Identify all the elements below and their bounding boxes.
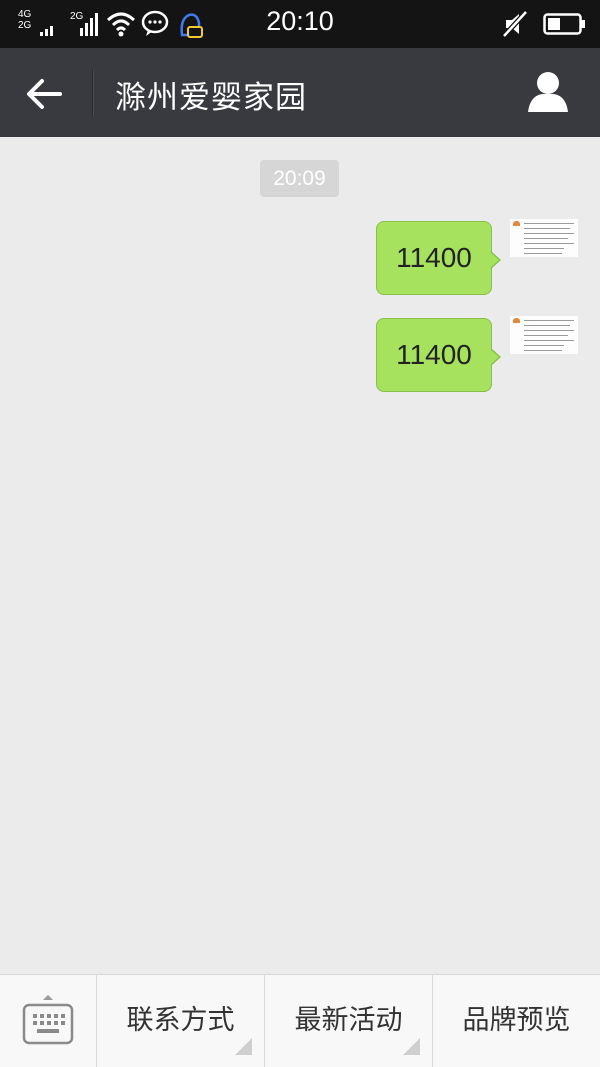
status-bar: 4G 2G 2G 20:10 [0, 0, 600, 48]
submenu-indicator-icon [235, 1038, 252, 1055]
header-divider [92, 70, 94, 116]
menu-contact-button[interactable]: 联系方式 [96, 975, 264, 1067]
page-title: 滁州爱婴家园 [115, 80, 307, 116]
menu-activities-label: 最新活动 [294, 1005, 403, 1036]
keyboard-icon [22, 995, 74, 1045]
battery-icon [543, 13, 585, 35]
bottom-menu-bar: 联系方式 最新活动 品牌预览 [0, 974, 600, 1067]
submenu-indicator-icon [403, 1038, 420, 1055]
back-arrow-icon[interactable] [24, 74, 64, 114]
chat-header: 滁州爱婴家园 [0, 48, 600, 137]
message-bubble[interactable]: 11400 [376, 318, 501, 392]
message-text: 11400 [396, 339, 472, 370]
avatar[interactable] [510, 316, 578, 354]
message-bubble[interactable]: 11400 [376, 221, 501, 295]
menu-activities-button[interactable]: 最新活动 [264, 975, 432, 1067]
menu-contact-label: 联系方式 [126, 1005, 235, 1036]
message-timestamp: 20:09 [260, 160, 339, 197]
avatar[interactable] [510, 219, 578, 257]
menu-brand-button[interactable]: 品牌预览 [432, 975, 600, 1067]
mute-icon [502, 10, 528, 38]
profile-icon[interactable] [526, 70, 570, 114]
keyboard-toggle-button[interactable] [0, 975, 96, 1067]
message-text: 11400 [396, 242, 472, 273]
menu-brand-label: 品牌预览 [462, 1005, 571, 1036]
